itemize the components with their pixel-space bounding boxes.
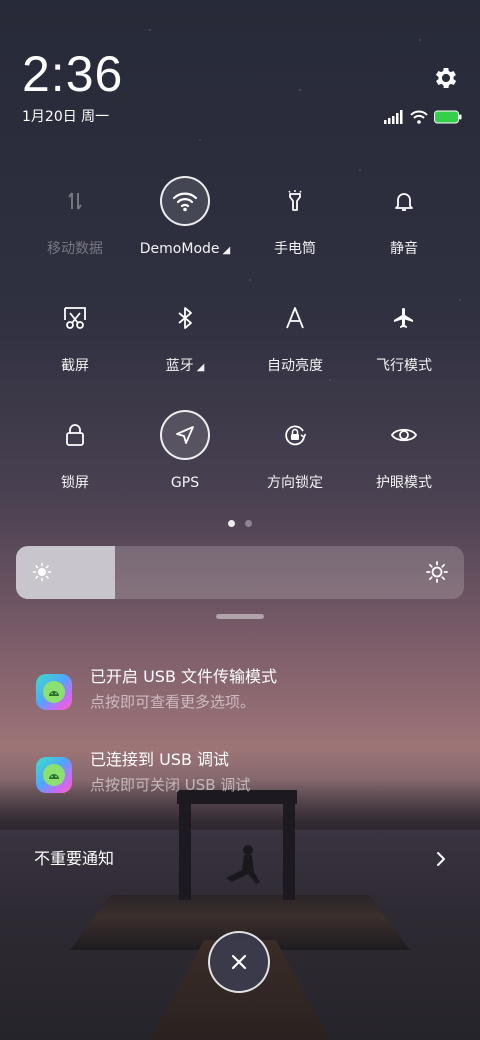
eye-icon [379,410,429,460]
toggle-eye-protection[interactable]: 护眼模式 [344,410,464,510]
toggle-label: DemoMode [139,241,220,257]
brightness-fill [16,546,115,599]
toggle-mobile-data[interactable]: 移动数据 [15,176,135,276]
toggle-rotation-lock[interactable]: 方向锁定 [235,410,355,510]
page-dot-1[interactable] [228,520,235,527]
page-indicator [228,520,252,527]
toggle-label: 飞行模式 [376,358,432,374]
location-arrow-icon [160,410,210,460]
notification-subtitle: 点按即可查看更多选项。 [90,693,256,711]
notification-usb-debugging[interactable]: 已连接到 USB 调试 点按即可关闭 USB 调试 [36,749,456,805]
date-label: 1月20日 周一 [22,109,110,125]
close-icon [231,954,247,970]
toggle-label: 自动亮度 [267,358,323,374]
toggle-screenshot[interactable]: 截屏 [15,293,135,393]
toggle-lock-screen[interactable]: 锁屏 [15,410,135,510]
toggle-label: 锁屏 [61,475,89,491]
mobile-data-icon [50,176,100,226]
panel-drag-handle[interactable] [216,614,264,619]
toggle-label: 方向锁定 [267,475,323,491]
android-system-app-icon [36,757,72,793]
toggle-gps[interactable]: GPS [125,410,245,510]
wifi-status-icon [410,110,428,124]
toggle-label: 静音 [390,241,418,257]
unimportant-notifications-label: 不重要通知 [34,849,115,868]
battery-icon [434,110,462,124]
unimportant-notifications-row[interactable]: 不重要通知 [0,830,480,888]
clock: 2:36 [22,46,124,102]
airplane-icon [379,293,429,343]
notification-title: 已开启 USB 文件传输模式 [90,667,278,686]
toggle-wifi[interactable]: DemoMode ◢ [125,176,245,276]
toggle-bluetooth[interactable]: 蓝牙 ◢ [125,293,245,393]
gear-icon[interactable] [432,64,460,92]
bell-icon [379,176,429,226]
android-system-app-icon [36,674,72,710]
lock-icon [50,410,100,460]
toggle-label: 截屏 [61,358,89,374]
brightness-low-icon [32,562,52,582]
brightness-high-icon [426,561,448,583]
notification-title: 已连接到 USB 调试 [90,750,230,769]
wifi-icon [160,176,210,226]
chevron-right-icon [437,852,445,866]
expand-triangle-icon[interactable]: ◢ [223,245,231,256]
notification-subtitle: 点按即可关闭 USB 调试 [90,776,251,794]
expand-triangle-icon[interactable]: ◢ [197,362,205,373]
toggle-auto-brightness[interactable]: 自动亮度 [235,293,355,393]
auto-brightness-icon [270,293,320,343]
screenshot-icon [50,293,100,343]
toggle-silent[interactable]: 静音 [344,176,464,276]
toggle-label: 手电筒 [274,241,316,257]
rotation-lock-icon [270,410,320,460]
notification-usb-file-transfer[interactable]: 已开启 USB 文件传输模式 点按即可查看更多选项。 [36,666,456,722]
toggle-label: 蓝牙 [165,358,194,374]
toggle-label: 护眼模式 [376,475,432,491]
flashlight-icon [270,176,320,226]
bluetooth-icon [160,293,210,343]
brightness-slider[interactable] [16,546,464,599]
clear-all-notifications-button[interactable] [208,931,270,993]
page-dot-2[interactable] [245,520,252,527]
toggle-airplane[interactable]: 飞行模式 [344,293,464,393]
toggle-label: 移动数据 [47,241,103,257]
toggle-label: GPS [170,475,200,491]
toggle-flashlight[interactable]: 手电筒 [235,176,355,276]
signal-icon [384,110,403,124]
system-status-icons [384,108,464,126]
